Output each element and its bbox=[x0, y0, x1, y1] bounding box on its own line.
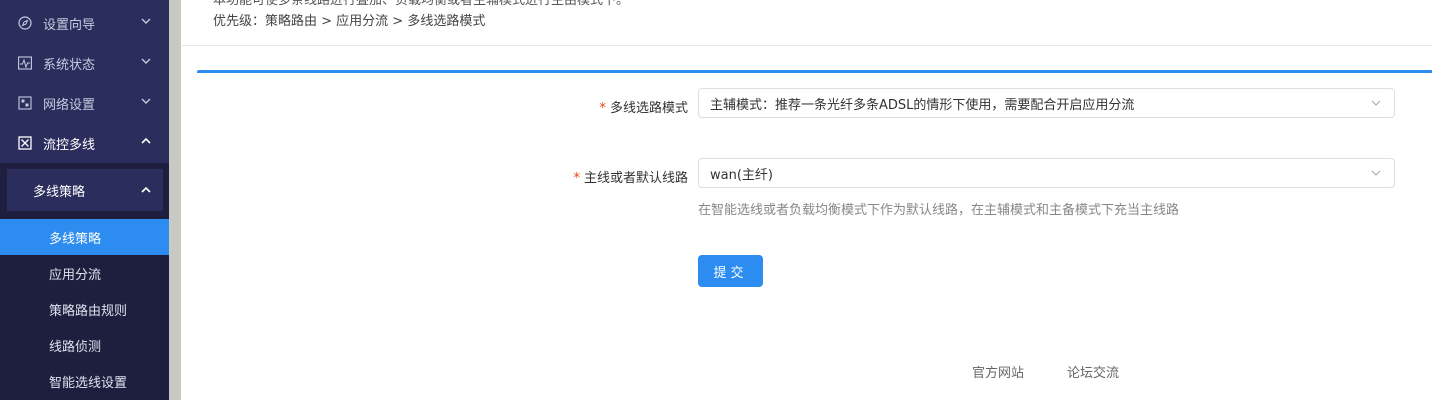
forum-link[interactable]: 论坛交流 bbox=[1067, 362, 1119, 381]
multiline-icon bbox=[18, 136, 32, 150]
line-select[interactable]: wan(主纤) bbox=[698, 158, 1395, 188]
submenu-item-smart-line-settings[interactable]: 智能选线设置 bbox=[0, 363, 169, 399]
submenu-item-label: 策略路由规则 bbox=[49, 303, 128, 319]
submenu-item-label: 线路侦测 bbox=[49, 339, 102, 355]
sidebar-item-system-status[interactable]: 系统状态 bbox=[0, 43, 169, 83]
chevron-up-icon bbox=[141, 137, 151, 144]
submit-button[interactable]: 提交 bbox=[698, 255, 763, 287]
submenu-item-label: 应用分流 bbox=[49, 267, 102, 283]
sidebar-item-label: 设置向导 bbox=[43, 17, 96, 33]
sidebar-item-network-settings[interactable]: 网络设置 bbox=[0, 83, 169, 123]
sidebar-item-flow-control[interactable]: 流控多线 bbox=[0, 123, 169, 163]
required-mark: * bbox=[573, 171, 580, 186]
submenu-item-policy-route-rules[interactable]: 策略路由规则 bbox=[0, 291, 169, 327]
compass-icon bbox=[18, 16, 32, 30]
line-select-value: wan(主纤) bbox=[710, 167, 773, 183]
submenu-item-multiline-policy[interactable]: 多线策略 bbox=[0, 219, 169, 255]
panel-top-border bbox=[197, 70, 1432, 73]
sidebar-item-setup-wizard[interactable]: 设置向导 bbox=[0, 3, 169, 43]
mode-select[interactable]: 主辅模式：推荐一条光纤多条ADSL的情形下使用，需要配合开启应用分流 bbox=[698, 88, 1395, 118]
mode-label-text: 多线选路模式 bbox=[609, 101, 688, 116]
header-divider bbox=[182, 45, 1432, 46]
submenu-item-label: 多线策略 bbox=[49, 231, 102, 247]
chevron-down-icon bbox=[141, 18, 151, 24]
mode-label: * 多线选路模式 bbox=[599, 97, 688, 116]
sidebar-item-label: 流控多线 bbox=[43, 137, 96, 153]
submenu-item-line-detection[interactable]: 线路侦测 bbox=[0, 327, 169, 363]
chevron-up-icon bbox=[141, 186, 151, 193]
official-site-link[interactable]: 官方网站 bbox=[972, 362, 1024, 381]
submenu-item-label: 智能选线设置 bbox=[49, 375, 128, 391]
header-description: 本功能可使多条线路进行叠加、负载均衡或者主辅模式进行主由模式下。 bbox=[213, 0, 630, 8]
sidebar-item-label: 系统状态 bbox=[43, 57, 96, 73]
priority-note: 优先级：策略路由 > 应用分流 > 多线选路模式 bbox=[213, 14, 486, 29]
line-label-text: 主线或者默认线路 bbox=[583, 171, 688, 186]
submenu-group-multiline-policy[interactable]: 多线策略 bbox=[7, 169, 163, 211]
submenu-group-label: 多线策略 bbox=[33, 184, 86, 200]
network-icon bbox=[18, 96, 32, 110]
mode-select-value: 主辅模式：推荐一条光纤多条ADSL的情形下使用，需要配合开启应用分流 bbox=[710, 97, 1135, 113]
required-mark: * bbox=[599, 101, 606, 116]
sidebar: 设置向导 系统状态 网络设置 流控多线 多线策略 多线策略 应用分流 策略路由规… bbox=[0, 0, 169, 400]
chevron-down-icon bbox=[141, 58, 151, 64]
line-hint: 在智能选线或者负载均衡模式下作为默认线路，在主辅模式和主备模式下充当主线路 bbox=[698, 203, 1180, 218]
sidebar-scrollbar[interactable] bbox=[169, 0, 181, 400]
sidebar-item-label: 网络设置 bbox=[43, 97, 96, 113]
line-label: * 主线或者默认线路 bbox=[573, 167, 688, 186]
chevron-down-icon bbox=[1371, 170, 1381, 176]
chevron-down-icon bbox=[1371, 100, 1381, 106]
submenu-item-app-split[interactable]: 应用分流 bbox=[0, 255, 169, 291]
chevron-down-icon bbox=[141, 98, 151, 104]
activity-icon bbox=[18, 56, 32, 70]
